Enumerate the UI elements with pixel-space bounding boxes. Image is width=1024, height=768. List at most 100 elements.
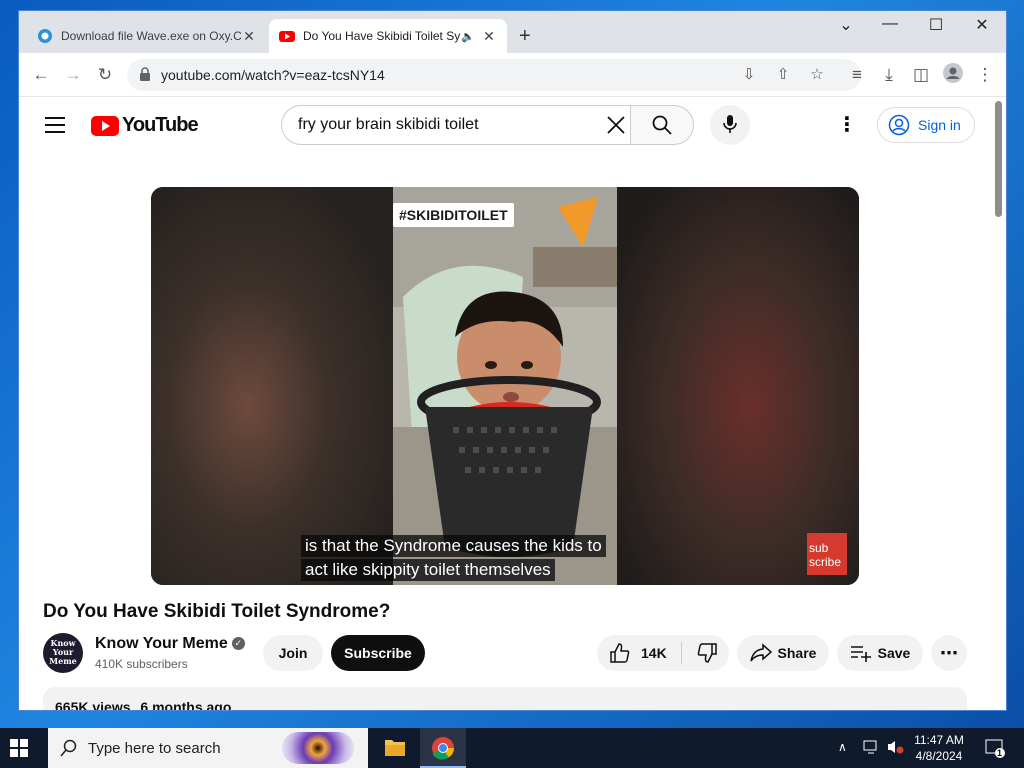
page-scrollbar[interactable] xyxy=(992,97,1006,710)
windows-taskbar: Type here to search ∧ 11:47 AM 4/8/2024 … xyxy=(0,728,1024,768)
share-page-icon[interactable]: ⇧ xyxy=(771,63,795,87)
thumbs-down-icon[interactable] xyxy=(696,642,718,664)
thumbs-up-icon[interactable] xyxy=(609,642,631,664)
like-dislike-group: 14K xyxy=(597,635,729,671)
youtube-favicon-icon xyxy=(279,31,295,42)
settings-kebab-icon[interactable]: ⋮ xyxy=(837,115,857,135)
subscribe-watermark[interactable]: sub scribe xyxy=(807,533,847,575)
close-tab-icon[interactable]: ✕ xyxy=(241,28,257,45)
blurred-frame-left xyxy=(151,187,393,585)
tab-search-chevron-icon[interactable]: ⌄ xyxy=(831,15,861,35)
logo-text: YouTube xyxy=(122,114,199,136)
join-button[interactable]: Join xyxy=(263,635,323,671)
share-label: Share xyxy=(777,645,817,661)
downloads-icon[interactable]: ⤓ xyxy=(877,63,901,87)
tab-title: Do You Have Skibidi Toilet Sy xyxy=(303,29,461,43)
sign-in-button[interactable]: Sign in xyxy=(877,107,975,143)
browser-toolbar: ← → ↻ youtube.com/watch?v=eaz-tcsNY14 ⇩ … xyxy=(19,53,1006,97)
media-controls-icon[interactable]: ≡ xyxy=(845,63,869,87)
channel-name[interactable]: Know Your Meme xyxy=(95,635,228,652)
search-input[interactable] xyxy=(298,116,588,134)
video-player[interactable]: #SKIBIDITOILET is that the Syndrome caus… xyxy=(151,187,859,585)
search-highlight-image[interactable] xyxy=(282,732,354,764)
playlist-add-icon xyxy=(850,646,871,662)
install-app-icon[interactable]: ⇩ xyxy=(737,63,761,87)
subscriber-count: 410K subscribers xyxy=(95,657,188,671)
bookmark-star-icon[interactable]: ☆ xyxy=(805,63,829,87)
save-label: Save xyxy=(877,645,911,661)
avatar-text: Meme xyxy=(49,656,77,666)
lock-icon xyxy=(140,67,150,81)
search-button[interactable] xyxy=(630,105,694,145)
browser-menu-icon[interactable]: ⋮ xyxy=(973,63,997,87)
video-caption: is that the Syndrome causes the kids to … xyxy=(301,535,631,583)
reload-icon[interactable]: ↻ xyxy=(93,63,117,87)
youtube-page: YouTube ⋮ Sign in xyxy=(19,97,994,711)
blurred-frame-right xyxy=(617,187,859,585)
account-circle-icon xyxy=(888,114,910,136)
guide-menu-icon[interactable] xyxy=(45,117,65,138)
close-tab-icon[interactable]: ✕ xyxy=(481,28,497,45)
share-button[interactable]: Share xyxy=(737,635,829,671)
tab-oxy-download[interactable]: Download file Wave.exe on Oxy.C ✕ xyxy=(27,19,267,53)
address-bar[interactable]: youtube.com/watch?v=eaz-tcsNY14 ⇩ ⇧ ☆ xyxy=(127,59,861,91)
caption-line: act like skippity toilet themselves xyxy=(301,559,555,581)
search-icon xyxy=(652,115,672,135)
file-explorer-icon[interactable] xyxy=(372,728,418,768)
watermark-text: sub xyxy=(809,541,829,555)
view-count: 665K views xyxy=(55,699,131,711)
scrollbar-thumb[interactable] xyxy=(995,101,1002,217)
youtube-logo[interactable]: YouTube xyxy=(91,114,199,137)
windows-start-icon[interactable] xyxy=(10,739,28,757)
tab-youtube-video[interactable]: Do You Have Skibidi Toilet Sy 🔈 ✕ xyxy=(269,19,507,53)
join-label: Join xyxy=(278,645,308,661)
search-icon xyxy=(60,739,77,757)
search-placeholder: Type here to search xyxy=(88,739,221,757)
minimize-button[interactable]: — xyxy=(875,15,905,33)
child-in-basket-image xyxy=(393,187,617,585)
upload-age: 6 months ago xyxy=(140,699,232,711)
network-icon[interactable] xyxy=(862,739,880,768)
show-hidden-icons-icon[interactable]: ∧ xyxy=(838,740,847,768)
verified-check-icon: ✓ xyxy=(231,637,245,651)
taskbar-clock[interactable]: 11:47 AM 4/8/2024 xyxy=(900,732,978,764)
caption-line: is that the Syndrome causes the kids to xyxy=(301,535,606,557)
taskbar-search-box[interactable]: Type here to search xyxy=(48,728,368,768)
channel-avatar[interactable]: Know Your Meme xyxy=(43,633,83,673)
clock-date: 4/8/2024 xyxy=(915,749,963,763)
profile-avatar-icon[interactable] xyxy=(941,63,965,87)
search-box[interactable] xyxy=(281,105,633,145)
clock-time: 11:47 AM xyxy=(914,733,964,747)
watermark-text: scribe xyxy=(809,555,842,569)
chrome-taskbar-icon[interactable] xyxy=(420,728,466,768)
video-meta: 665K views 6 months ago xyxy=(55,699,232,711)
notification-center-icon[interactable]: 1 xyxy=(984,738,1006,768)
divider xyxy=(680,642,682,664)
tab-strip: Download file Wave.exe on Oxy.C ✕ Do You… xyxy=(19,11,1006,53)
browser-window: Download file Wave.exe on Oxy.C ✕ Do You… xyxy=(18,10,1007,711)
video-title: Do You Have Skibidi Toilet Syndrome? xyxy=(43,601,391,622)
like-count[interactable]: 14K xyxy=(641,645,667,661)
maximize-button[interactable]: ☐ xyxy=(921,15,951,35)
microphone-icon xyxy=(723,115,737,133)
url-text: youtube.com/watch?v=eaz-tcsNY14 xyxy=(161,67,385,83)
side-panel-icon[interactable]: ◫ xyxy=(909,63,933,87)
description-box[interactable]: 665K views 6 months ago xyxy=(43,687,967,711)
close-window-button[interactable]: ✕ xyxy=(967,15,997,35)
channel-name-row[interactable]: Know Your Meme ✓ xyxy=(95,635,245,653)
subscribe-button[interactable]: Subscribe xyxy=(331,635,425,671)
forward-arrow-icon[interactable]: → xyxy=(61,63,85,87)
notification-count: 1 xyxy=(997,748,1003,758)
oxy-favicon-icon xyxy=(38,29,52,43)
speaker-icon[interactable]: 🔈 xyxy=(461,30,475,43)
subscribe-label: Subscribe xyxy=(344,645,412,661)
back-arrow-icon[interactable]: ← xyxy=(29,63,53,87)
clear-search-icon[interactable] xyxy=(605,114,627,136)
new-tab-button[interactable]: + xyxy=(519,25,531,48)
sign-in-label: Sign in xyxy=(918,117,961,133)
voice-search-button[interactable] xyxy=(710,105,750,145)
more-actions-button[interactable]: ⋯ xyxy=(931,635,967,671)
share-arrow-icon xyxy=(749,643,772,662)
tab-title: Download file Wave.exe on Oxy.C xyxy=(61,29,241,43)
save-button[interactable]: Save xyxy=(837,635,923,671)
